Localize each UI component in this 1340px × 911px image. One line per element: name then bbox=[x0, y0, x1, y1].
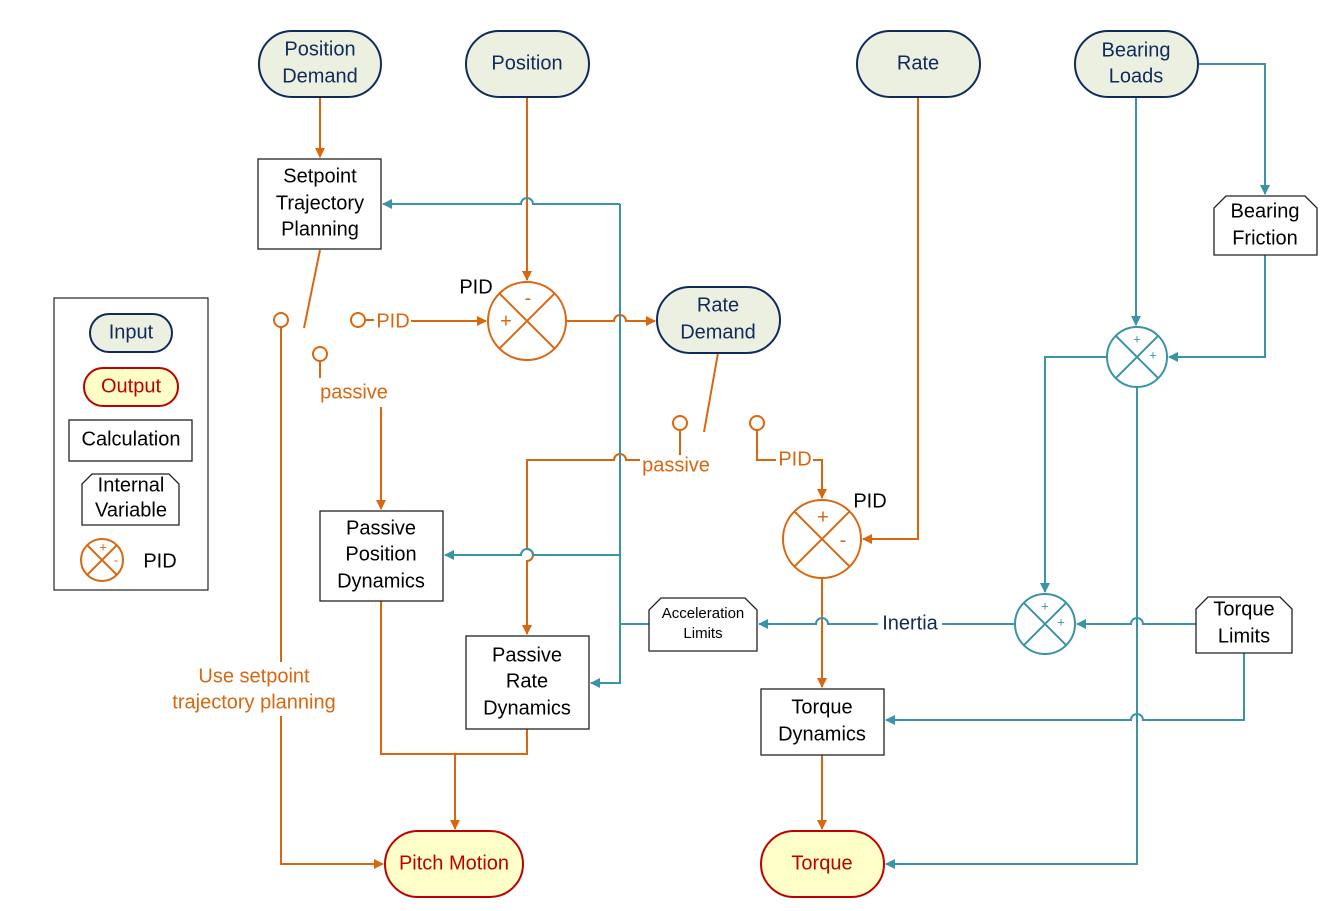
sum-junction-bearing: + + bbox=[1106, 326, 1168, 388]
svg-text:+: + bbox=[500, 310, 512, 332]
svg-text:+: + bbox=[1041, 598, 1049, 613]
svg-text:PID: PID bbox=[853, 490, 886, 512]
internal-acceleration-limits: Acceleration Limits bbox=[648, 597, 758, 652]
output-torque: Torque bbox=[760, 830, 885, 898]
switch1-passive-label: passive bbox=[320, 381, 388, 403]
switch1-pid-label: PID bbox=[376, 310, 409, 332]
svg-text:Torque: Torque bbox=[791, 696, 852, 718]
switch2-pid-label: PID bbox=[778, 448, 811, 470]
svg-text:-: - bbox=[114, 552, 118, 567]
svg-text:Dynamics: Dynamics bbox=[337, 570, 425, 592]
svg-text:Passive: Passive bbox=[492, 644, 562, 666]
svg-text:Dynamics: Dynamics bbox=[778, 723, 866, 745]
svg-text:Position: Position bbox=[491, 52, 562, 74]
switch2-passive-label: passive bbox=[642, 454, 710, 476]
svg-text:Demand: Demand bbox=[680, 321, 756, 343]
svg-text:-: - bbox=[525, 287, 532, 309]
output-pitch-motion: Pitch Motion bbox=[384, 830, 524, 898]
block-diagram: Position Demand Position Rate Bearing Lo… bbox=[53, 30, 1318, 898]
svg-text:Pitch Motion: Pitch Motion bbox=[399, 852, 509, 874]
svg-text:Torque: Torque bbox=[1213, 598, 1274, 620]
svg-text:+: + bbox=[99, 539, 107, 554]
internal-torque-limits: Torque Limits bbox=[1195, 596, 1293, 654]
svg-text:Position: Position bbox=[345, 543, 416, 565]
switch1-contact-pid bbox=[350, 312, 366, 328]
pid-junction-position: + - PID bbox=[459, 276, 567, 361]
svg-text:Torque: Torque bbox=[791, 852, 852, 874]
svg-text:+: + bbox=[817, 506, 829, 528]
svg-text:Input: Input bbox=[109, 321, 154, 343]
switch1-blade bbox=[303, 249, 321, 329]
pid-junction-rate: + - PID bbox=[782, 490, 887, 579]
svg-text:Acceleration: Acceleration bbox=[662, 605, 745, 622]
svg-text:Calculation: Calculation bbox=[82, 428, 181, 450]
svg-text:Friction: Friction bbox=[1232, 227, 1298, 249]
calc-passive-position-dynamics: Passive Position Dynamics bbox=[319, 510, 444, 602]
svg-text:Planning: Planning bbox=[281, 218, 359, 240]
switch2-blade bbox=[703, 352, 719, 433]
svg-text:Demand: Demand bbox=[282, 65, 358, 87]
switch1-contact-setpoint bbox=[273, 312, 289, 328]
svg-text:Position: Position bbox=[284, 38, 355, 60]
svg-text:Variable: Variable bbox=[95, 499, 167, 521]
switch1-contact-passive bbox=[312, 346, 328, 362]
svg-text:-: - bbox=[840, 529, 847, 551]
legend: Input Output Calculation Internal Variab… bbox=[53, 297, 209, 591]
svg-text:PID: PID bbox=[143, 550, 176, 572]
svg-text:Trajectory: Trajectory bbox=[276, 192, 364, 214]
svg-text:+: + bbox=[1057, 614, 1065, 629]
svg-text:Rate: Rate bbox=[697, 294, 739, 316]
inertia-label: Inertia bbox=[882, 612, 938, 634]
svg-text:+: + bbox=[1133, 331, 1141, 346]
input-position: Position bbox=[465, 30, 590, 98]
svg-text:Output: Output bbox=[101, 375, 161, 397]
svg-text:Setpoint: Setpoint bbox=[283, 165, 357, 187]
sum-junction-torque: + + bbox=[1014, 593, 1076, 655]
calc-torque-dynamics: Torque Dynamics bbox=[760, 688, 885, 756]
svg-text:Bearing: Bearing bbox=[1102, 39, 1171, 61]
calc-passive-rate-dynamics: Passive Rate Dynamics bbox=[465, 635, 590, 730]
use-setpoint-label-2: trajectory planning bbox=[172, 691, 335, 713]
switch2-contact-passive bbox=[672, 415, 688, 431]
svg-text:Loads: Loads bbox=[1109, 65, 1164, 87]
input-position-demand: Position Demand bbox=[258, 30, 382, 98]
input-bearing-loads: Bearing Loads bbox=[1074, 30, 1199, 98]
svg-text:+: + bbox=[1149, 347, 1157, 362]
svg-text:Internal: Internal bbox=[98, 474, 165, 496]
input-rate: Rate bbox=[856, 30, 981, 98]
svg-text:Bearing: Bearing bbox=[1231, 200, 1300, 222]
calc-setpoint-trajectory-planning: Setpoint Trajectory Planning bbox=[257, 158, 382, 250]
svg-text:Dynamics: Dynamics bbox=[483, 697, 571, 719]
internal-bearing-friction: Bearing Friction bbox=[1213, 195, 1318, 256]
svg-text:Rate: Rate bbox=[506, 670, 548, 692]
input-rate-demand: Rate Demand bbox=[656, 286, 781, 354]
switch2-contact-pid bbox=[749, 415, 765, 431]
svg-text:Limits: Limits bbox=[1218, 625, 1270, 647]
svg-text:Limits: Limits bbox=[683, 625, 722, 642]
svg-text:PID: PID bbox=[459, 276, 492, 298]
svg-text:Rate: Rate bbox=[897, 52, 939, 74]
svg-text:Passive: Passive bbox=[346, 517, 416, 539]
use-setpoint-label: Use setpoint bbox=[198, 665, 310, 687]
